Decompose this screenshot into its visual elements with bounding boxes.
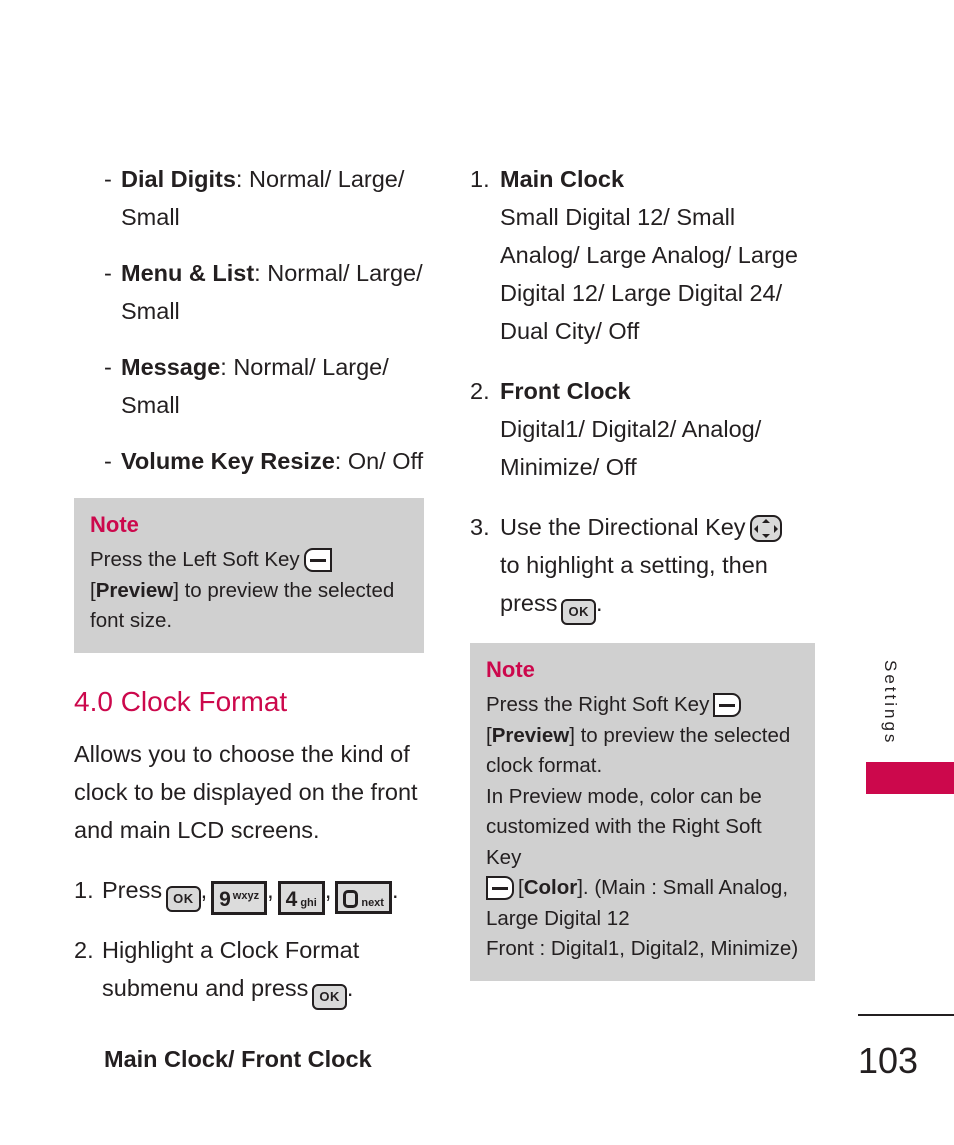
keypad-9-icon: 9 wxyz [211, 880, 268, 915]
note-box-right: Note Press the Right Soft Key [Preview] … [470, 643, 815, 981]
keypad-4-digit: 4 [285, 887, 298, 911]
item-title: Front Clock [500, 378, 631, 404]
option-label: Volume Key Resize [121, 448, 335, 474]
list-item-text: Message: Normal/ Large/ Small [121, 348, 424, 424]
left-column: - Dial Digits: Normal/ Large/ Small - Me… [74, 160, 424, 1078]
key-separator-2: , [267, 876, 274, 903]
item-options: Digital1/ Digital2/ Analog/ Minimize/ Of… [500, 416, 762, 480]
keypad-0-oval [343, 889, 359, 908]
step-1: 1. Press OK, 9 wxyz, 4 ghi, next. [74, 871, 424, 915]
list-item: - Message: Normal/ Large/ Small [74, 348, 424, 424]
step-text: Use the Directional Key to highlight a se… [500, 508, 815, 625]
item-options: Small Digital 12/ Small Analog/ Large An… [500, 204, 798, 344]
option-label: Menu & List [121, 260, 255, 286]
note-body: Press the Left Soft Key [Preview] to pre… [90, 545, 408, 637]
ok-key-icon: OK [561, 599, 596, 625]
ok-key-icon: OK [166, 885, 201, 912]
step-1-terminator: . [391, 876, 399, 903]
clock-item-1: 1. Main Clock Small Digital 12/ Small Ana… [470, 160, 815, 350]
key-separator-1: , [200, 876, 208, 903]
list-item-text: Menu & List: Normal/ Large/ Small [121, 254, 424, 330]
item-number: 1. [470, 166, 490, 192]
key-separator-3: , [324, 876, 332, 903]
list-item: - Dial Digits: Normal/ Large/ Small [74, 160, 424, 236]
left-soft-key-icon [303, 548, 332, 572]
right-column: 1. Main Clock Small Digital 12/ Small Ana… [470, 160, 815, 981]
footer-divider [858, 1014, 954, 1016]
step-number: 2. [74, 936, 94, 963]
font-size-options-list: - Dial Digits: Normal/ Large/ Small - Me… [74, 160, 424, 480]
note-line-5: Front : Digital1, Digital2, Minimize) [486, 937, 799, 960]
step-2-terminator: . [346, 974, 354, 1001]
step-number: 1. [74, 876, 94, 903]
manual-page: - Dial Digits: Normal/ Large/ Small - Me… [0, 0, 954, 1145]
step-3-text-middle: to highlight a setting, then press [500, 552, 768, 616]
note-title: Note [90, 512, 139, 537]
note-title: Note [486, 657, 535, 682]
color-label: Color [523, 876, 578, 899]
page-title: 4.0 Clock Format [74, 685, 288, 717]
note-line-1: Press the Right Soft Key [486, 693, 710, 716]
list-item: - Menu & List: Normal/ Large/ Small [74, 254, 424, 330]
note-line-1: Press the Left Soft Key [90, 548, 300, 571]
preview-label: Preview [491, 723, 570, 747]
item-title: Main Clock [500, 166, 625, 192]
keypad-4-icon: 4 ghi [277, 880, 325, 915]
option-label: Message [121, 354, 221, 380]
option-label: Dial Digits [121, 166, 236, 192]
list-item-text: Dial Digits: Normal/ Large/ Small [121, 160, 424, 236]
item-number: 2. [470, 378, 490, 404]
step-text: Highlight a Clock Format submenu and pre… [102, 931, 424, 1010]
section-description: Allows you to choose the kind of clock t… [74, 740, 418, 843]
step-text: Press OK, 9 wxyz, 4 ghi, next. [102, 871, 424, 915]
note-body: Press the Right Soft Key [Preview] to pr… [486, 690, 799, 965]
page-number: 103 [858, 1040, 919, 1081]
dash-bullet: - [104, 260, 112, 286]
step-3: 3. Use the Directional Key to highlight a… [470, 508, 815, 625]
section-tab-marker [866, 762, 954, 794]
keypad-9-letters: wxyz [232, 889, 260, 902]
clock-item-2: 2. Front Clock Digital1/ Digital2/ Analog… [470, 372, 815, 486]
step-number: 3. [470, 514, 490, 540]
press-label: Press [102, 876, 163, 903]
right-soft-key-icon [486, 876, 514, 900]
keypad-0-label: next [361, 896, 384, 909]
section-tab-label: Settings [881, 660, 900, 746]
list-item-text: Volume Key Resize: On/ Off [121, 442, 424, 480]
dash-bullet: - [104, 448, 112, 474]
ok-key-icon: OK [312, 983, 347, 1010]
directional-key-icon [749, 515, 782, 542]
right-soft-key-icon [713, 693, 742, 717]
submenu-heading: Main Clock/ Front Clock [104, 1045, 372, 1072]
step-3-text-before: Use the Directional Key [500, 514, 746, 540]
keypad-4-letters: ghi [300, 896, 317, 909]
list-item: - Volume Key Resize: On/ Off [74, 442, 424, 480]
step-2: 2. Highlight a Clock Format submenu and … [74, 931, 424, 1010]
dash-bullet: - [104, 354, 112, 380]
item-body: Main Clock Small Digital 12/ Small Analog… [500, 160, 815, 350]
note-line-3: In Preview mode, color can be customized… [486, 784, 762, 869]
preview-label: Preview [95, 578, 174, 602]
step-3-terminator: . [595, 590, 603, 616]
dash-bullet: - [104, 166, 112, 192]
item-body: Front Clock Digital1/ Digital2/ Analog/ M… [500, 372, 815, 486]
keypad-9-digit: 9 [219, 887, 231, 911]
keypad-0-next-icon: next [335, 880, 392, 914]
option-values: : On/ Off [334, 448, 424, 474]
note-box-left: Note Press the Left Soft Key [Preview] t… [74, 498, 424, 653]
